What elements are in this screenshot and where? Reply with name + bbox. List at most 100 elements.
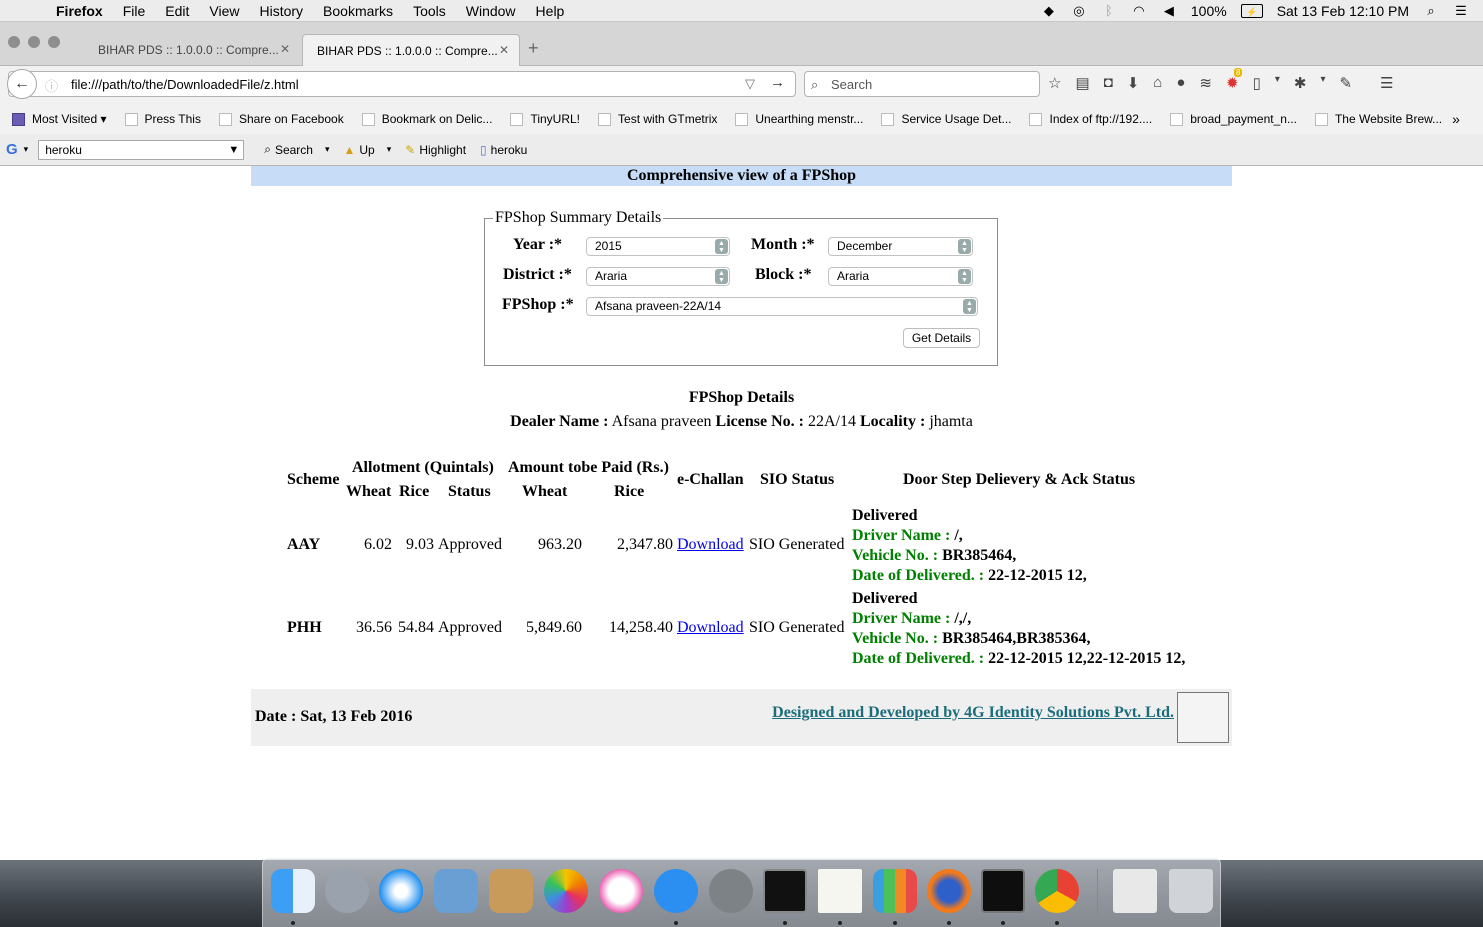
month-label: Month :*: [751, 236, 815, 253]
photos-icon[interactable]: [544, 869, 588, 913]
col-allot-wheat: Wheat: [346, 483, 392, 500]
close-icon[interactable]: ✕: [280, 42, 290, 56]
clipboard-icon[interactable]: ▯: [1253, 74, 1261, 92]
get-details-button[interactable]: Get Details: [903, 328, 980, 348]
up-button[interactable]: ▲ Up ▾: [344, 143, 392, 157]
app-store-icon[interactable]: [654, 869, 698, 913]
trash-icon[interactable]: [1169, 869, 1213, 913]
mail-icon[interactable]: [434, 869, 478, 913]
spotlight-icon[interactable]: ⌕: [1423, 4, 1439, 18]
url-bar[interactable]: ← ⓘ file:///path/to/the/DownloadedFile/z…: [7, 69, 796, 99]
menu-view[interactable]: View: [209, 3, 239, 19]
tab-1[interactable]: BIHAR PDS :: 1.0.0.0 :: Compre... ✕: [84, 34, 300, 66]
close-window-button[interactable]: [8, 36, 20, 48]
numbers-icon[interactable]: [873, 869, 917, 913]
bookmark-item[interactable]: TinyURL!: [510, 112, 580, 126]
bug-icon[interactable]: ✱: [1294, 74, 1307, 92]
google-search-input[interactable]: heroku ▼: [38, 139, 245, 160]
bookmark-item[interactable]: Bookmark on Delic...: [361, 112, 492, 126]
hamburger-menu-icon[interactable]: ☰: [1380, 74, 1393, 92]
menu-edit[interactable]: Edit: [165, 3, 189, 19]
extension-icon[interactable]: ✹ 8: [1226, 68, 1243, 92]
google-icon[interactable]: G: [6, 141, 18, 158]
minimize-window-button[interactable]: [28, 36, 40, 48]
heroku-term-button[interactable]: ▯ heroku: [480, 143, 527, 157]
back-button[interactable]: ←: [7, 69, 37, 99]
url-text[interactable]: file:///path/to/the/DownloadedFile/z.htm…: [71, 77, 299, 92]
highlight-button[interactable]: ✎ Highlight: [405, 143, 466, 157]
itunes-icon[interactable]: [599, 869, 643, 913]
bookmark-item[interactable]: Test with GTmetrix: [598, 112, 717, 126]
menu-window[interactable]: Window: [466, 3, 516, 19]
home-icon[interactable]: ⌂: [1153, 74, 1162, 92]
reading-list-icon[interactable]: ▤: [1075, 74, 1089, 92]
bluetooth-icon[interactable]: ᛒ: [1101, 4, 1117, 18]
safari-icon[interactable]: [379, 869, 423, 913]
google-search-button[interactable]: ⌕ Search ▾: [264, 142, 329, 157]
clock[interactable]: Sat 13 Feb 12:10 PM: [1277, 3, 1409, 19]
menu-bookmarks[interactable]: Bookmarks: [323, 3, 393, 19]
menu-help[interactable]: Help: [536, 3, 565, 19]
download-challan-link[interactable]: Download: [677, 619, 744, 637]
firefox-icon[interactable]: [927, 869, 971, 913]
block-select[interactable]: Araria ▲ ▼: [828, 267, 973, 286]
textedit-icon[interactable]: [818, 869, 862, 913]
bookmark-item[interactable]: Share on Facebook: [218, 112, 344, 126]
delivery-status: Delivered: [852, 590, 918, 607]
bookmark-item[interactable]: Press This: [124, 112, 201, 126]
finder-icon[interactable]: [271, 869, 315, 913]
shazam-icon[interactable]: ◎: [1071, 4, 1087, 18]
fpshop-select[interactable]: Afsana praveen-22A/14 ▲ ▼: [586, 297, 978, 316]
downloads-stack-icon[interactable]: [1113, 869, 1157, 913]
dropdown-icon[interactable]: ▾: [1320, 74, 1325, 92]
pocket-icon[interactable]: ◘: [1104, 74, 1113, 92]
chrome-icon[interactable]: [1035, 869, 1079, 913]
page-icon: [1170, 112, 1184, 126]
close-icon[interactable]: ✕: [499, 43, 509, 57]
bookmark-item[interactable]: The Website Brew...: [1314, 112, 1442, 126]
menu-history[interactable]: History: [259, 3, 303, 19]
highlighter-icon: ✎: [405, 142, 416, 157]
activity-monitor-icon[interactable]: [981, 869, 1025, 913]
terminal-icon[interactable]: [763, 869, 807, 913]
dropbox-icon[interactable]: ◆: [1041, 4, 1057, 18]
layers-icon[interactable]: ≋: [1199, 74, 1212, 92]
volume-icon[interactable]: ◀: [1161, 4, 1177, 18]
bookmark-item[interactable]: Unearthing menstr...: [735, 112, 863, 126]
district-select[interactable]: Araria ▲ ▼: [586, 267, 730, 286]
system-preferences-icon[interactable]: [709, 869, 753, 913]
bookmark-item[interactable]: Service Usage Det...: [881, 112, 1011, 126]
wifi-icon[interactable]: ◠: [1131, 4, 1147, 18]
bookmark-item[interactable]: Index of ftp://192....: [1029, 112, 1152, 126]
chevron-down-icon[interactable]: ▼: [228, 141, 239, 159]
downloads-icon[interactable]: ⬇: [1127, 74, 1140, 92]
bookmark-item[interactable]: Most Visited ▾: [12, 112, 107, 126]
dropdown-icon[interactable]: ▾: [1275, 74, 1280, 92]
go-arrow-icon[interactable]: →: [770, 74, 785, 91]
bookmark-item[interactable]: broad_payment_n...: [1170, 112, 1297, 126]
search-box[interactable]: ⌕ Search: [804, 71, 1040, 97]
new-tab-button[interactable]: +: [528, 38, 539, 59]
notification-center-icon[interactable]: ☰: [1453, 4, 1469, 18]
menu-app[interactable]: Firefox: [56, 3, 103, 19]
year-select[interactable]: 2015 ▲ ▼: [586, 237, 730, 256]
month-select[interactable]: December ▲ ▼: [828, 237, 973, 256]
menu-file[interactable]: File: [123, 3, 146, 19]
url-history-dropdown-icon[interactable]: ▽: [745, 76, 755, 92]
launchpad-icon[interactable]: [325, 869, 369, 913]
dock-divider: [1097, 869, 1098, 915]
zoom-window-button[interactable]: [48, 36, 60, 48]
site-info-icon[interactable]: ⓘ: [45, 76, 58, 95]
menu-tools[interactable]: Tools: [413, 3, 446, 19]
contacts-icon[interactable]: [489, 869, 533, 913]
dropdown-icon[interactable]: ▾: [24, 144, 29, 155]
chat-icon[interactable]: ●: [1176, 74, 1185, 92]
bookmark-star-icon[interactable]: ☆: [1048, 74, 1061, 92]
tab-2[interactable]: BIHAR PDS :: 1.0.0.0 :: Compre... ✕: [302, 34, 520, 66]
block-label: Block :*: [755, 266, 812, 283]
developer-credit-link[interactable]: Designed and Developed by 4G Identity So…: [772, 704, 1174, 722]
bookmarks-overflow-icon[interactable]: »: [1452, 111, 1460, 127]
battery-icon[interactable]: ⚡: [1240, 4, 1263, 18]
download-challan-link[interactable]: Download: [677, 536, 744, 554]
edit-icon[interactable]: ✎: [1339, 74, 1352, 92]
